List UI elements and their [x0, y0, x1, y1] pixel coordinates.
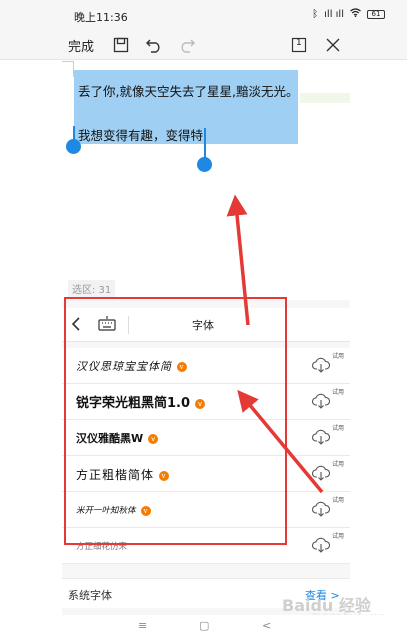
trial-badge: 试用	[332, 353, 345, 360]
trial-badge: 试用	[332, 389, 345, 396]
text-cursor-frame	[62, 61, 74, 77]
selection-end-handle[interactable]	[197, 157, 212, 172]
menu-nav-icon[interactable]: ≡	[138, 619, 147, 632]
trial-badge: 试用	[332, 425, 345, 432]
back-nav-icon[interactable]: <	[262, 619, 271, 632]
signal-icon: ıll ıll	[324, 8, 344, 20]
selection-start-handle[interactable]	[66, 139, 81, 154]
status-time: 晚上11:36	[74, 11, 128, 24]
system-nav-bar: ≡ ▢ <	[0, 615, 407, 638]
save-icon[interactable]	[110, 34, 132, 56]
document-text-line-2[interactable]: 我想变得有趣，变得特	[78, 125, 203, 144]
editor-toolbar: 完成 1	[0, 30, 407, 60]
bluetooth-icon: ᛒ	[312, 8, 319, 20]
selection-end-stem	[204, 128, 206, 160]
annotation-box	[64, 297, 287, 545]
download-icon[interactable]	[311, 357, 331, 377]
download-icon[interactable]	[311, 465, 331, 485]
wifi-icon	[350, 8, 361, 20]
home-nav-icon[interactable]: ▢	[199, 619, 209, 632]
status-bar: 晚上11:36 ᛒ ıll ıll 61	[0, 0, 407, 30]
trial-badge: 试用	[332, 461, 345, 468]
download-icon[interactable]	[311, 501, 331, 521]
trial-badge: 试用	[332, 497, 345, 504]
system-font-label: 系统字体	[68, 589, 112, 602]
redo-icon[interactable]	[176, 34, 198, 56]
trial-badge: 试用	[332, 533, 345, 540]
download-icon[interactable]	[311, 537, 331, 557]
line-highlight	[300, 93, 350, 103]
done-button[interactable]: 完成	[68, 36, 94, 55]
download-icon[interactable]	[311, 393, 331, 413]
page-number: 1	[296, 38, 302, 48]
download-icon[interactable]	[311, 429, 331, 449]
battery-icon: 61	[367, 9, 385, 19]
close-icon[interactable]	[322, 34, 344, 56]
undo-icon[interactable]	[143, 34, 165, 56]
selection-count: 选区: 31	[68, 280, 116, 297]
document-text-line-1[interactable]: 丢了你,就像天空失去了星星,黯淡无光。	[78, 81, 298, 100]
page-counter-icon[interactable]: 1	[288, 34, 310, 56]
status-icons: ᛒ ıll ıll 61	[312, 8, 385, 20]
